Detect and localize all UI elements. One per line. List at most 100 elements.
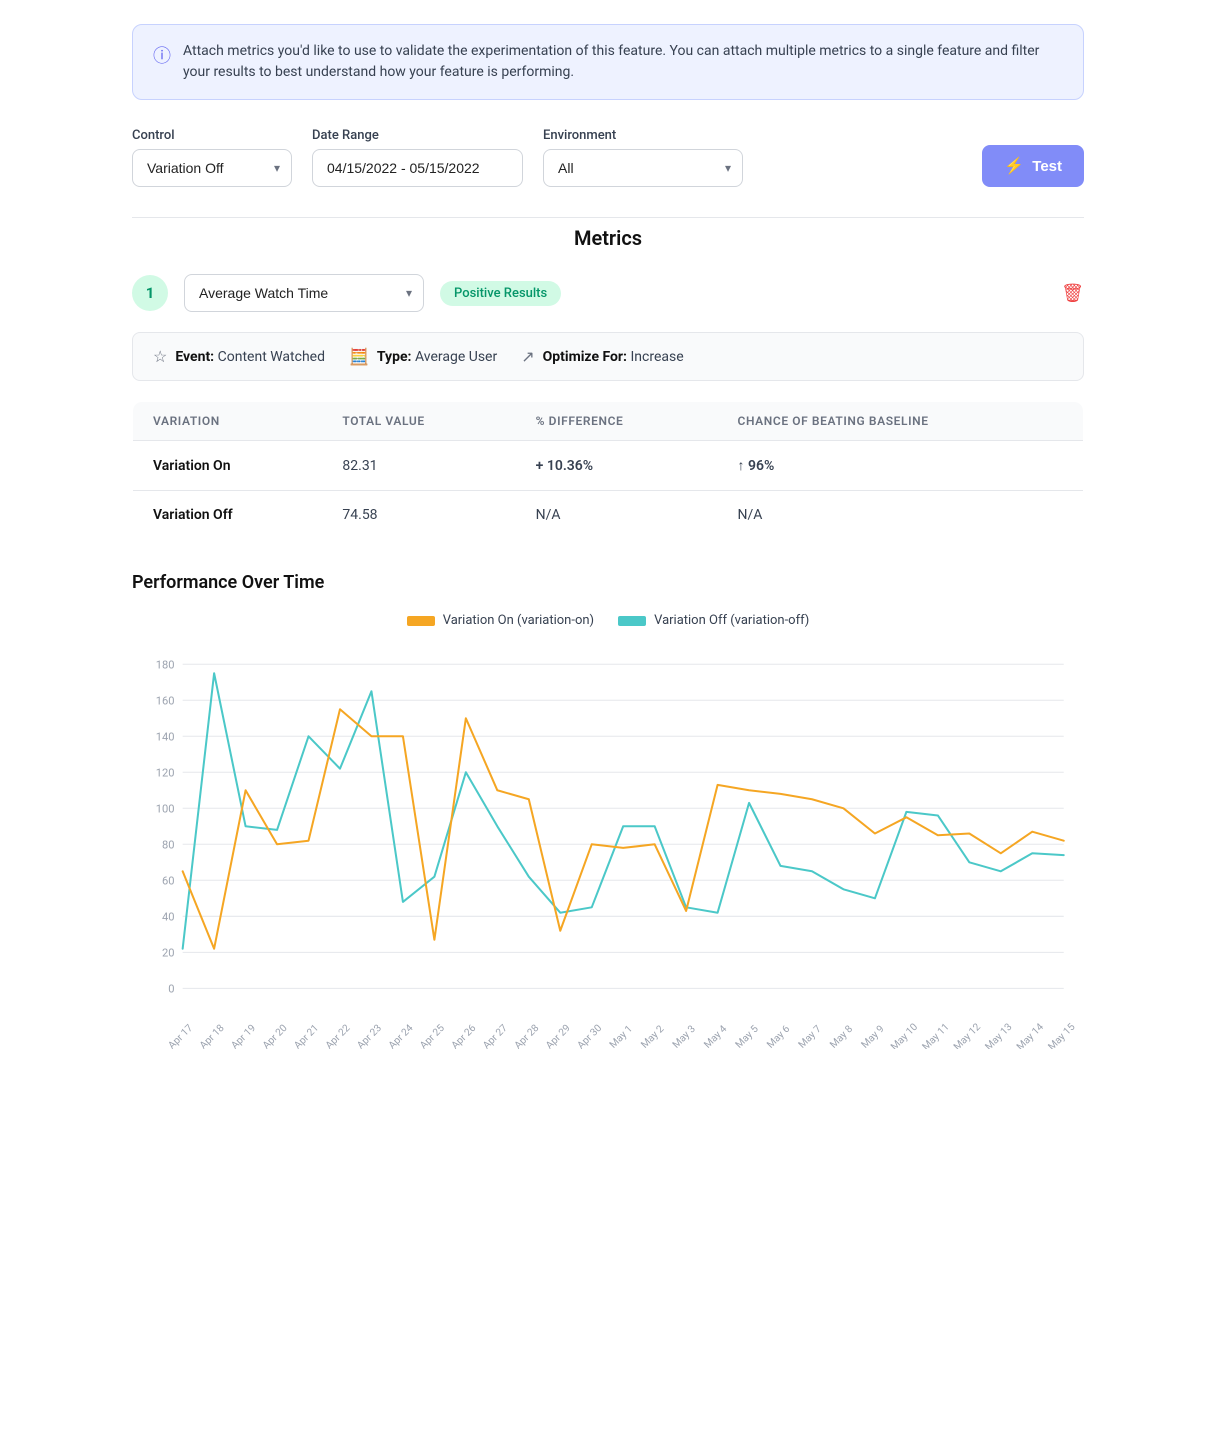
legend-label-off: Variation Off (variation-off) xyxy=(654,613,809,628)
svg-text:Apr 25: Apr 25 xyxy=(418,1023,447,1049)
svg-text:40: 40 xyxy=(162,910,175,923)
cell-total-value: 74.58 xyxy=(322,491,515,540)
environment-group: Environment All Production Staging ▾ xyxy=(543,128,743,187)
svg-text:Apr 23: Apr 23 xyxy=(355,1023,384,1049)
col-pct-diff: % DIFFERENCE xyxy=(516,402,718,441)
svg-text:May 2: May 2 xyxy=(639,1023,666,1049)
cell-variation: Variation Off xyxy=(133,491,323,540)
event-info-bar: ☆ Event: Content Watched 🧮 Type: Average… xyxy=(132,332,1084,381)
positive-badge: Positive Results xyxy=(440,281,561,306)
date-range-input[interactable] xyxy=(312,149,523,187)
svg-text:120: 120 xyxy=(156,766,175,779)
svg-text:Apr 21: Apr 21 xyxy=(292,1023,321,1049)
col-total-value: TOTAL VALUE xyxy=(322,402,515,441)
chart-container: Variation On (variation-on) Variation Of… xyxy=(132,613,1084,1053)
event-info-item: ☆ Event: Content Watched xyxy=(153,347,325,366)
metric-row: 1 Average Watch Time ▾ Positive Results … xyxy=(132,274,1084,312)
svg-text:May 3: May 3 xyxy=(671,1023,698,1049)
performance-title: Performance Over Time xyxy=(132,572,1084,593)
optimize-label: Optimize For: Increase xyxy=(543,349,684,365)
svg-text:May 8: May 8 xyxy=(828,1023,855,1049)
svg-text:80: 80 xyxy=(162,838,175,851)
type-label: Type: Average User xyxy=(377,349,497,365)
svg-text:May 1: May 1 xyxy=(608,1024,635,1049)
cell-pct-diff: + 10.36% xyxy=(516,441,718,491)
svg-text:May 7: May 7 xyxy=(797,1023,824,1049)
svg-text:Apr 27: Apr 27 xyxy=(481,1023,510,1049)
metric-select[interactable]: Average Watch Time xyxy=(184,274,424,312)
calculator-icon: 🧮 xyxy=(349,347,369,366)
cell-pct-diff: N/A xyxy=(516,491,718,540)
legend-color-on xyxy=(407,616,435,626)
svg-text:Apr 17: Apr 17 xyxy=(167,1023,196,1049)
svg-text:May 11: May 11 xyxy=(921,1022,952,1049)
svg-text:Apr 26: Apr 26 xyxy=(450,1023,479,1049)
star-icon: ☆ xyxy=(153,347,167,366)
type-info-item: 🧮 Type: Average User xyxy=(349,347,497,366)
table-row: Variation On 82.31 + 10.36% ↑ 96% xyxy=(133,441,1084,491)
optimize-icon: ↗ xyxy=(521,347,534,366)
metrics-table: VARIATION TOTAL VALUE % DIFFERENCE CHANC… xyxy=(132,401,1084,540)
svg-text:May 10: May 10 xyxy=(889,1021,920,1049)
svg-text:Apr 24: Apr 24 xyxy=(387,1023,416,1049)
legend-variation-off: Variation Off (variation-off) xyxy=(618,613,809,628)
svg-text:180: 180 xyxy=(156,658,175,671)
environment-select-wrapper: All Production Staging ▾ xyxy=(543,149,743,187)
table-row: Variation Off 74.58 N/A N/A xyxy=(133,491,1084,540)
svg-text:Apr 22: Apr 22 xyxy=(324,1023,353,1049)
performance-chart: 020406080100120140160180Apr 17Apr 18Apr … xyxy=(132,644,1084,1049)
environment-select[interactable]: All Production Staging xyxy=(543,149,743,187)
svg-text:0: 0 xyxy=(168,982,174,995)
col-variation: VARIATION xyxy=(133,402,323,441)
svg-text:May 12: May 12 xyxy=(952,1021,983,1049)
control-select-wrapper: Variation Off Variation On ▾ xyxy=(132,149,292,187)
svg-text:May 15: May 15 xyxy=(1046,1021,1077,1049)
cell-chance: ↑ 96% xyxy=(718,441,1084,491)
lightning-icon: ⚡ xyxy=(1004,156,1024,176)
trash-icon: 🗑 xyxy=(1061,283,1084,303)
environment-label: Environment xyxy=(543,128,743,143)
legend-variation-on: Variation On (variation-on) xyxy=(407,613,594,628)
svg-text:20: 20 xyxy=(162,946,175,959)
optimize-info-item: ↗ Optimize For: Increase xyxy=(521,347,683,366)
controls-row: Control Variation Off Variation On ▾ Dat… xyxy=(132,128,1084,187)
delete-metric-button[interactable]: 🗑 xyxy=(1061,283,1084,304)
svg-text:Apr 20: Apr 20 xyxy=(261,1023,290,1049)
metric-select-wrapper: Average Watch Time ▾ xyxy=(184,274,424,312)
svg-text:60: 60 xyxy=(162,874,175,887)
control-select[interactable]: Variation Off Variation On xyxy=(132,149,292,187)
legend-label-on: Variation On (variation-on) xyxy=(443,613,594,628)
svg-text:100: 100 xyxy=(156,802,175,815)
svg-text:Apr 29: Apr 29 xyxy=(544,1023,573,1049)
svg-text:160: 160 xyxy=(156,694,175,707)
svg-text:Apr 30: Apr 30 xyxy=(576,1023,605,1049)
svg-text:Apr 19: Apr 19 xyxy=(229,1023,258,1049)
test-button-label: Test xyxy=(1032,158,1062,175)
control-label: Control xyxy=(132,128,292,143)
svg-text:Apr 28: Apr 28 xyxy=(513,1023,542,1049)
control-group: Control Variation Off Variation On ▾ xyxy=(132,128,292,187)
event-label: Event: Content Watched xyxy=(175,349,325,365)
svg-text:Apr 18: Apr 18 xyxy=(198,1023,227,1049)
svg-text:140: 140 xyxy=(156,730,175,743)
svg-text:May 9: May 9 xyxy=(860,1023,887,1049)
col-chance: CHANCE OF BEATING BASELINE xyxy=(718,402,1084,441)
banner-text: Attach metrics you'd like to use to vali… xyxy=(183,41,1063,83)
date-range-group: Date Range xyxy=(312,128,523,187)
svg-text:May 6: May 6 xyxy=(765,1023,792,1049)
svg-text:May 13: May 13 xyxy=(984,1021,1015,1049)
date-range-label: Date Range xyxy=(312,128,523,143)
cell-total-value: 82.31 xyxy=(322,441,515,491)
svg-text:May 14: May 14 xyxy=(1015,1021,1046,1049)
metrics-title: Metrics xyxy=(132,217,1084,250)
info-icon: ⓘ xyxy=(153,42,171,68)
svg-text:May 5: May 5 xyxy=(734,1023,761,1049)
info-banner: ⓘ Attach metrics you'd like to use to va… xyxy=(132,24,1084,100)
metric-number: 1 xyxy=(132,275,168,311)
test-button[interactable]: ⚡ Test xyxy=(982,145,1084,187)
legend-color-off xyxy=(618,616,646,626)
cell-variation: Variation On xyxy=(133,441,323,491)
svg-text:May 4: May 4 xyxy=(702,1023,729,1049)
cell-chance: N/A xyxy=(718,491,1084,540)
chart-legend: Variation On (variation-on) Variation Of… xyxy=(132,613,1084,628)
